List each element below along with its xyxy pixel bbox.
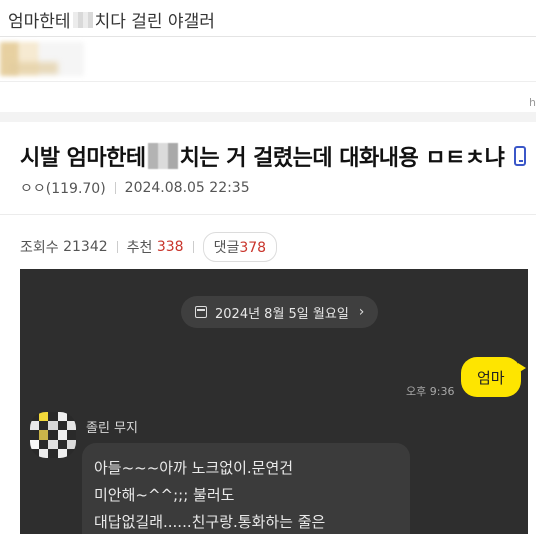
likes-label: 추천	[126, 240, 153, 256]
header-title[interactable]: 엄마한테 치다 걸린 야갤러	[8, 7, 215, 32]
divider	[0, 214, 536, 215]
post-title-part1: 시발 엄마한테	[20, 146, 146, 171]
header-title-part2: 치다 걸린 야갤러	[94, 12, 215, 32]
censor-blur	[147, 143, 178, 169]
stats-separator	[116, 241, 118, 253]
views-label: 조회수	[20, 240, 59, 256]
reply-message-bubble: 아들~~~아까 노크없이.문연건 미안해~^^;;; 불러도 대답없길래....…	[82, 443, 410, 534]
post-meta: ㅇㅇ(119.70) 2024.08.05 22:35	[20, 178, 250, 198]
chat-screenshot: 2024년 8월 5일 월요일 › 오후 9:36 엄마 졸린 무지 아들~~~…	[20, 269, 528, 534]
reply-line: 미안해~^^;;; 불러도	[94, 486, 235, 504]
phone-icon	[514, 146, 527, 166]
reply-line: 아들~~~아까 노크없이.문연건	[94, 459, 294, 477]
comments-label: 댓글	[213, 240, 240, 256]
post-stats: 조회수 21342 추천 338 댓글378	[20, 232, 278, 262]
corner-label: h	[529, 96, 536, 109]
comments-count: 378	[239, 240, 267, 256]
section-divider	[0, 112, 536, 122]
meta-separator	[114, 182, 116, 194]
post-title-part2: 치는 거 걸렸는데 대화내용 ㅁㅌㅊ냐	[179, 146, 505, 171]
comments-button[interactable]: 댓글378	[202, 232, 278, 262]
stats-separator	[192, 241, 194, 253]
blurred-banner[interactable]	[0, 38, 536, 82]
chevron-right-icon: ›	[358, 304, 365, 320]
chat-date: 2024년 8월 5일 월요일	[215, 306, 349, 322]
calendar-icon	[195, 306, 207, 318]
my-message-bubble: 엄마	[461, 357, 526, 397]
reply-line: 대답없길래......친구랑.통화하는 줄은	[94, 513, 326, 531]
likes-count: 338	[156, 239, 184, 255]
post-datetime: 2024.08.05 22:35	[124, 180, 250, 196]
blurred-image	[0, 42, 84, 76]
page-header: 엄마한테 치다 걸린 야갤러	[0, 0, 536, 37]
views-count: 21342	[63, 239, 108, 255]
date-pill[interactable]: 2024년 8월 5일 월요일 ›	[181, 296, 379, 328]
avatar[interactable]	[30, 412, 76, 458]
sender-name: 졸린 무지	[86, 421, 138, 436]
header-title-part1: 엄마한테	[8, 12, 71, 32]
message-time: 오후 9:36	[406, 385, 455, 398]
post-title: 시발 엄마한테 치는 거 걸렸는데 대화내용 ㅁㅌㅊ냐	[20, 140, 527, 172]
author-name[interactable]: ㅇㅇ(119.70)	[20, 178, 106, 198]
censor-blur	[72, 11, 93, 28]
